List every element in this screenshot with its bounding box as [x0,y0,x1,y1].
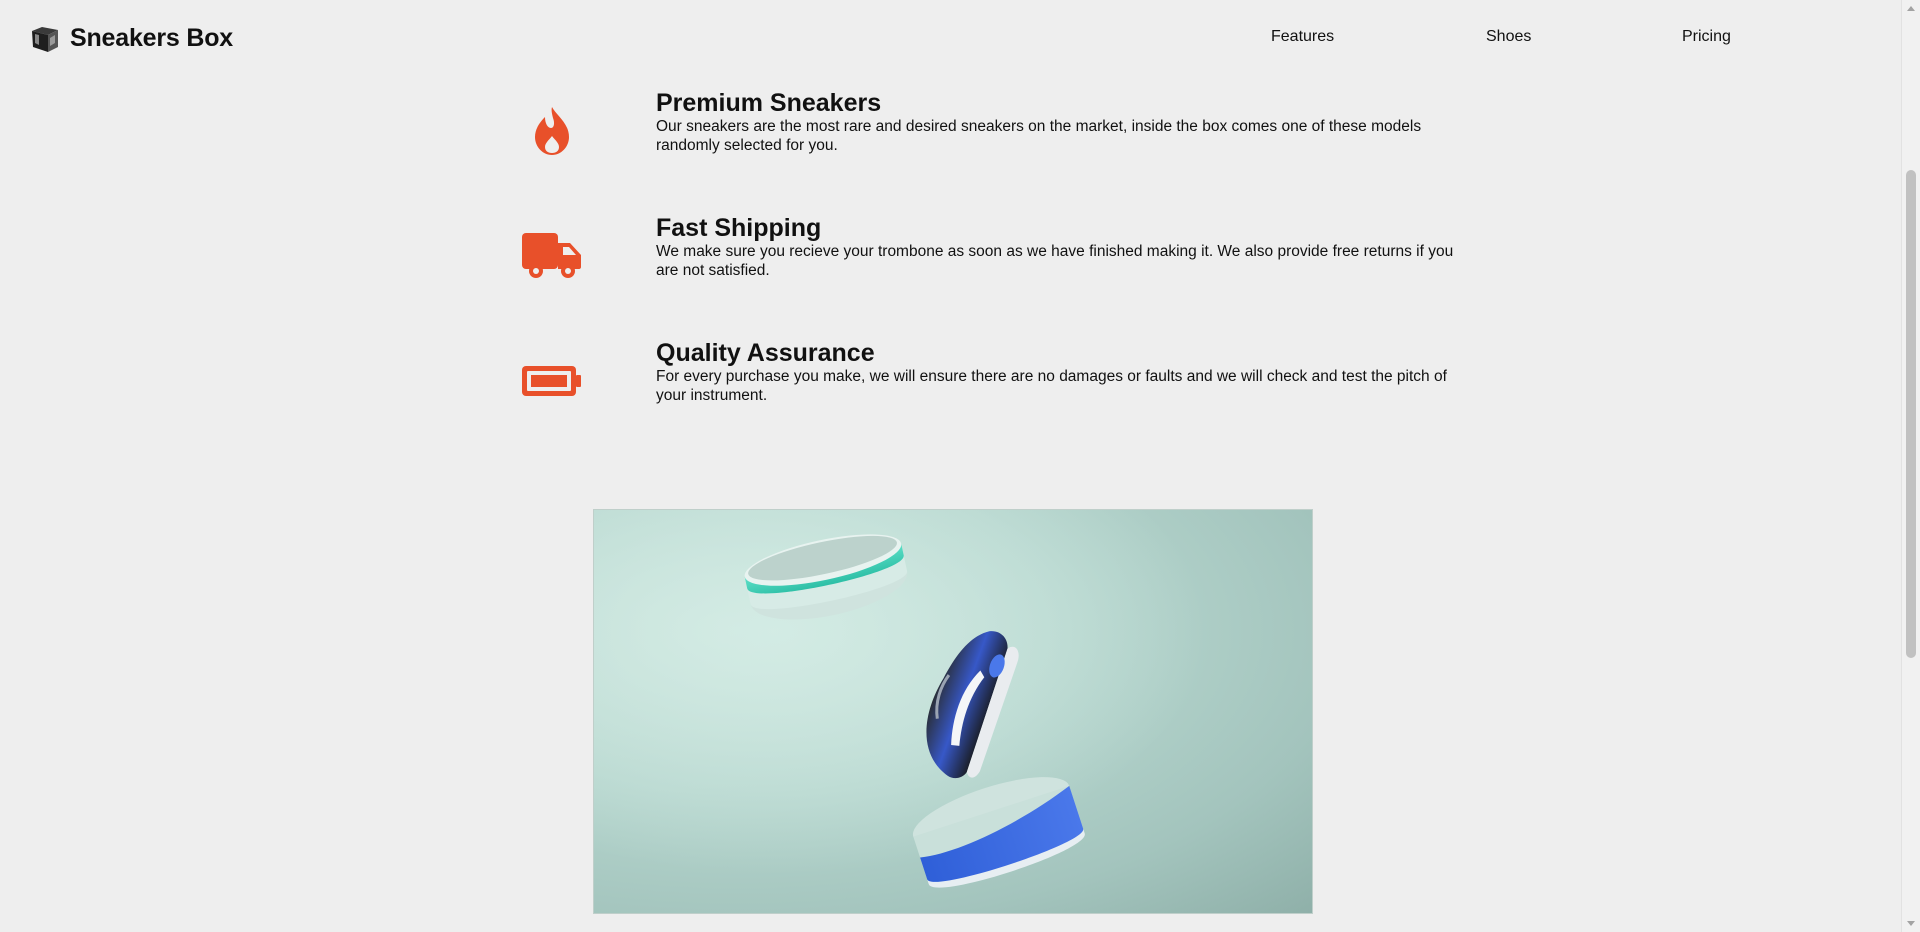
feature-title: Quality Assurance [656,339,875,367]
feature-description: For every purchase you make, we will ens… [656,368,1447,404]
feature-description: We make sure you recieve your trombone a… [656,243,1454,279]
fire-icon [510,101,593,161]
feature-text: Premium Sneakers Our sneakers are the mo… [656,89,1456,155]
feature-description: Our sneakers are the most rare and desir… [656,118,1422,154]
scroll-down-arrow-icon[interactable] [1907,921,1915,926]
feature-title: Fast Shipping [656,214,822,242]
nav-link-shoes[interactable]: Shoes [1486,28,1531,46]
feature-title: Premium Sneakers [656,89,882,117]
feature-text: Fast Shipping We make sure you recieve y… [656,214,1456,280]
scroll-up-arrow-icon[interactable] [1907,6,1915,11]
page: Sneakers Box Features Shoes Pricing Prem… [0,0,1920,932]
page-scrollbar[interactable] [1901,0,1920,932]
feature-quality-assurance: Quality Assurance For every purchase you… [510,339,1460,429]
nav-link-pricing[interactable]: Pricing [1682,28,1731,46]
sneaker-product-image [593,509,1313,914]
scroll-thumb[interactable] [1906,170,1916,658]
truck-icon [510,226,593,286]
nav-link-features[interactable]: Features [1271,28,1334,46]
site-header: Sneakers Box Features Shoes Pricing [0,0,1901,76]
feature-fast-shipping: Fast Shipping We make sure you recieve y… [510,214,1460,304]
feature-text: Quality Assurance For every purchase you… [656,339,1456,405]
battery-icon [510,351,593,411]
main-nav: Features Shoes Pricing [0,28,1901,52]
feature-premium-sneakers: Premium Sneakers Our sneakers are the mo… [510,89,1460,179]
